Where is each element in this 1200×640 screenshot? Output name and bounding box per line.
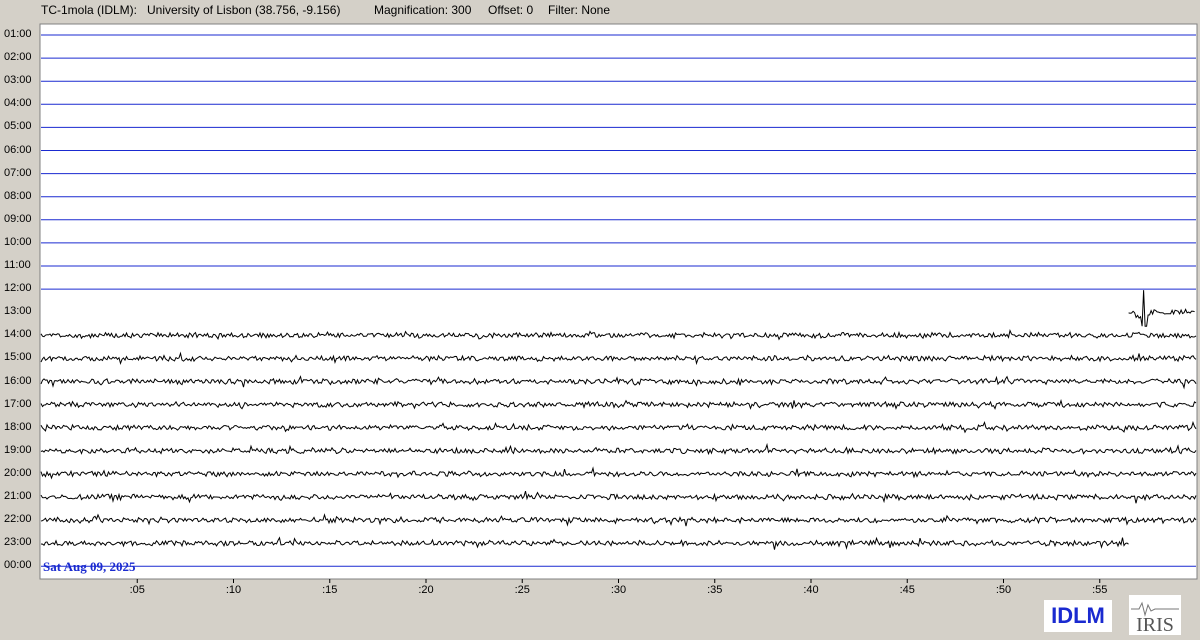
x-tick-label: :35 — [707, 584, 723, 596]
row-label: 19:00 — [4, 443, 32, 456]
idlm-logo: IDLM — [1044, 600, 1112, 632]
row-label: 00:00 — [4, 559, 32, 572]
row-label: 10:00 — [4, 235, 32, 248]
x-tick-label: :30 — [610, 584, 627, 596]
row-label: 23:00 — [4, 536, 32, 549]
x-tick-label: :10 — [225, 584, 242, 596]
row-label: 01:00 — [4, 28, 32, 40]
row-label: 22:00 — [4, 513, 32, 526]
x-tick-label: :50 — [995, 584, 1012, 596]
row-label: 17:00 — [4, 397, 32, 410]
row-label: 16:00 — [4, 374, 32, 387]
x-tick-label: :05 — [129, 584, 145, 596]
x-tick-label: :20 — [418, 584, 434, 596]
iris-logo: IRIS — [1129, 595, 1181, 636]
row-label: 02:00 — [4, 51, 32, 64]
row-label: 20:00 — [4, 466, 32, 479]
row-label: 15:00 — [4, 351, 32, 364]
x-tick-label: :40 — [803, 584, 819, 596]
helicorder-plot — [39, 23, 1198, 583]
iris-logo-text: IRIS — [1136, 614, 1174, 635]
idlm-logo-text: IDLM — [1051, 603, 1105, 628]
row-label: 11:00 — [4, 259, 31, 271]
row-label: 13:00 — [4, 305, 32, 318]
x-tick-label: :55 — [1092, 584, 1108, 596]
x-tick-label: :45 — [899, 584, 915, 596]
tick-group — [136, 579, 1101, 583]
row-label: 09:00 — [4, 212, 32, 225]
row-label: 21:00 — [4, 490, 32, 502]
x-tick-label: :25 — [514, 584, 530, 596]
plot-area — [39, 23, 1198, 580]
row-label: 14:00 — [4, 328, 32, 341]
row-label: 12:00 — [4, 282, 32, 295]
iris-seismogram-icon: IRIS — [1131, 601, 1179, 636]
row-label: 05:00 — [4, 120, 32, 133]
x-tick-label: :15 — [322, 584, 338, 596]
row-label: 08:00 — [4, 189, 32, 202]
row-label: 18:00 — [4, 420, 32, 433]
row-label: 07:00 — [4, 166, 32, 179]
row-label: 06:00 — [4, 143, 32, 156]
row-label: 04:00 — [4, 97, 32, 110]
row-label: 03:00 — [4, 74, 32, 87]
date-label: Sat Aug 09, 2025 — [43, 559, 136, 574]
